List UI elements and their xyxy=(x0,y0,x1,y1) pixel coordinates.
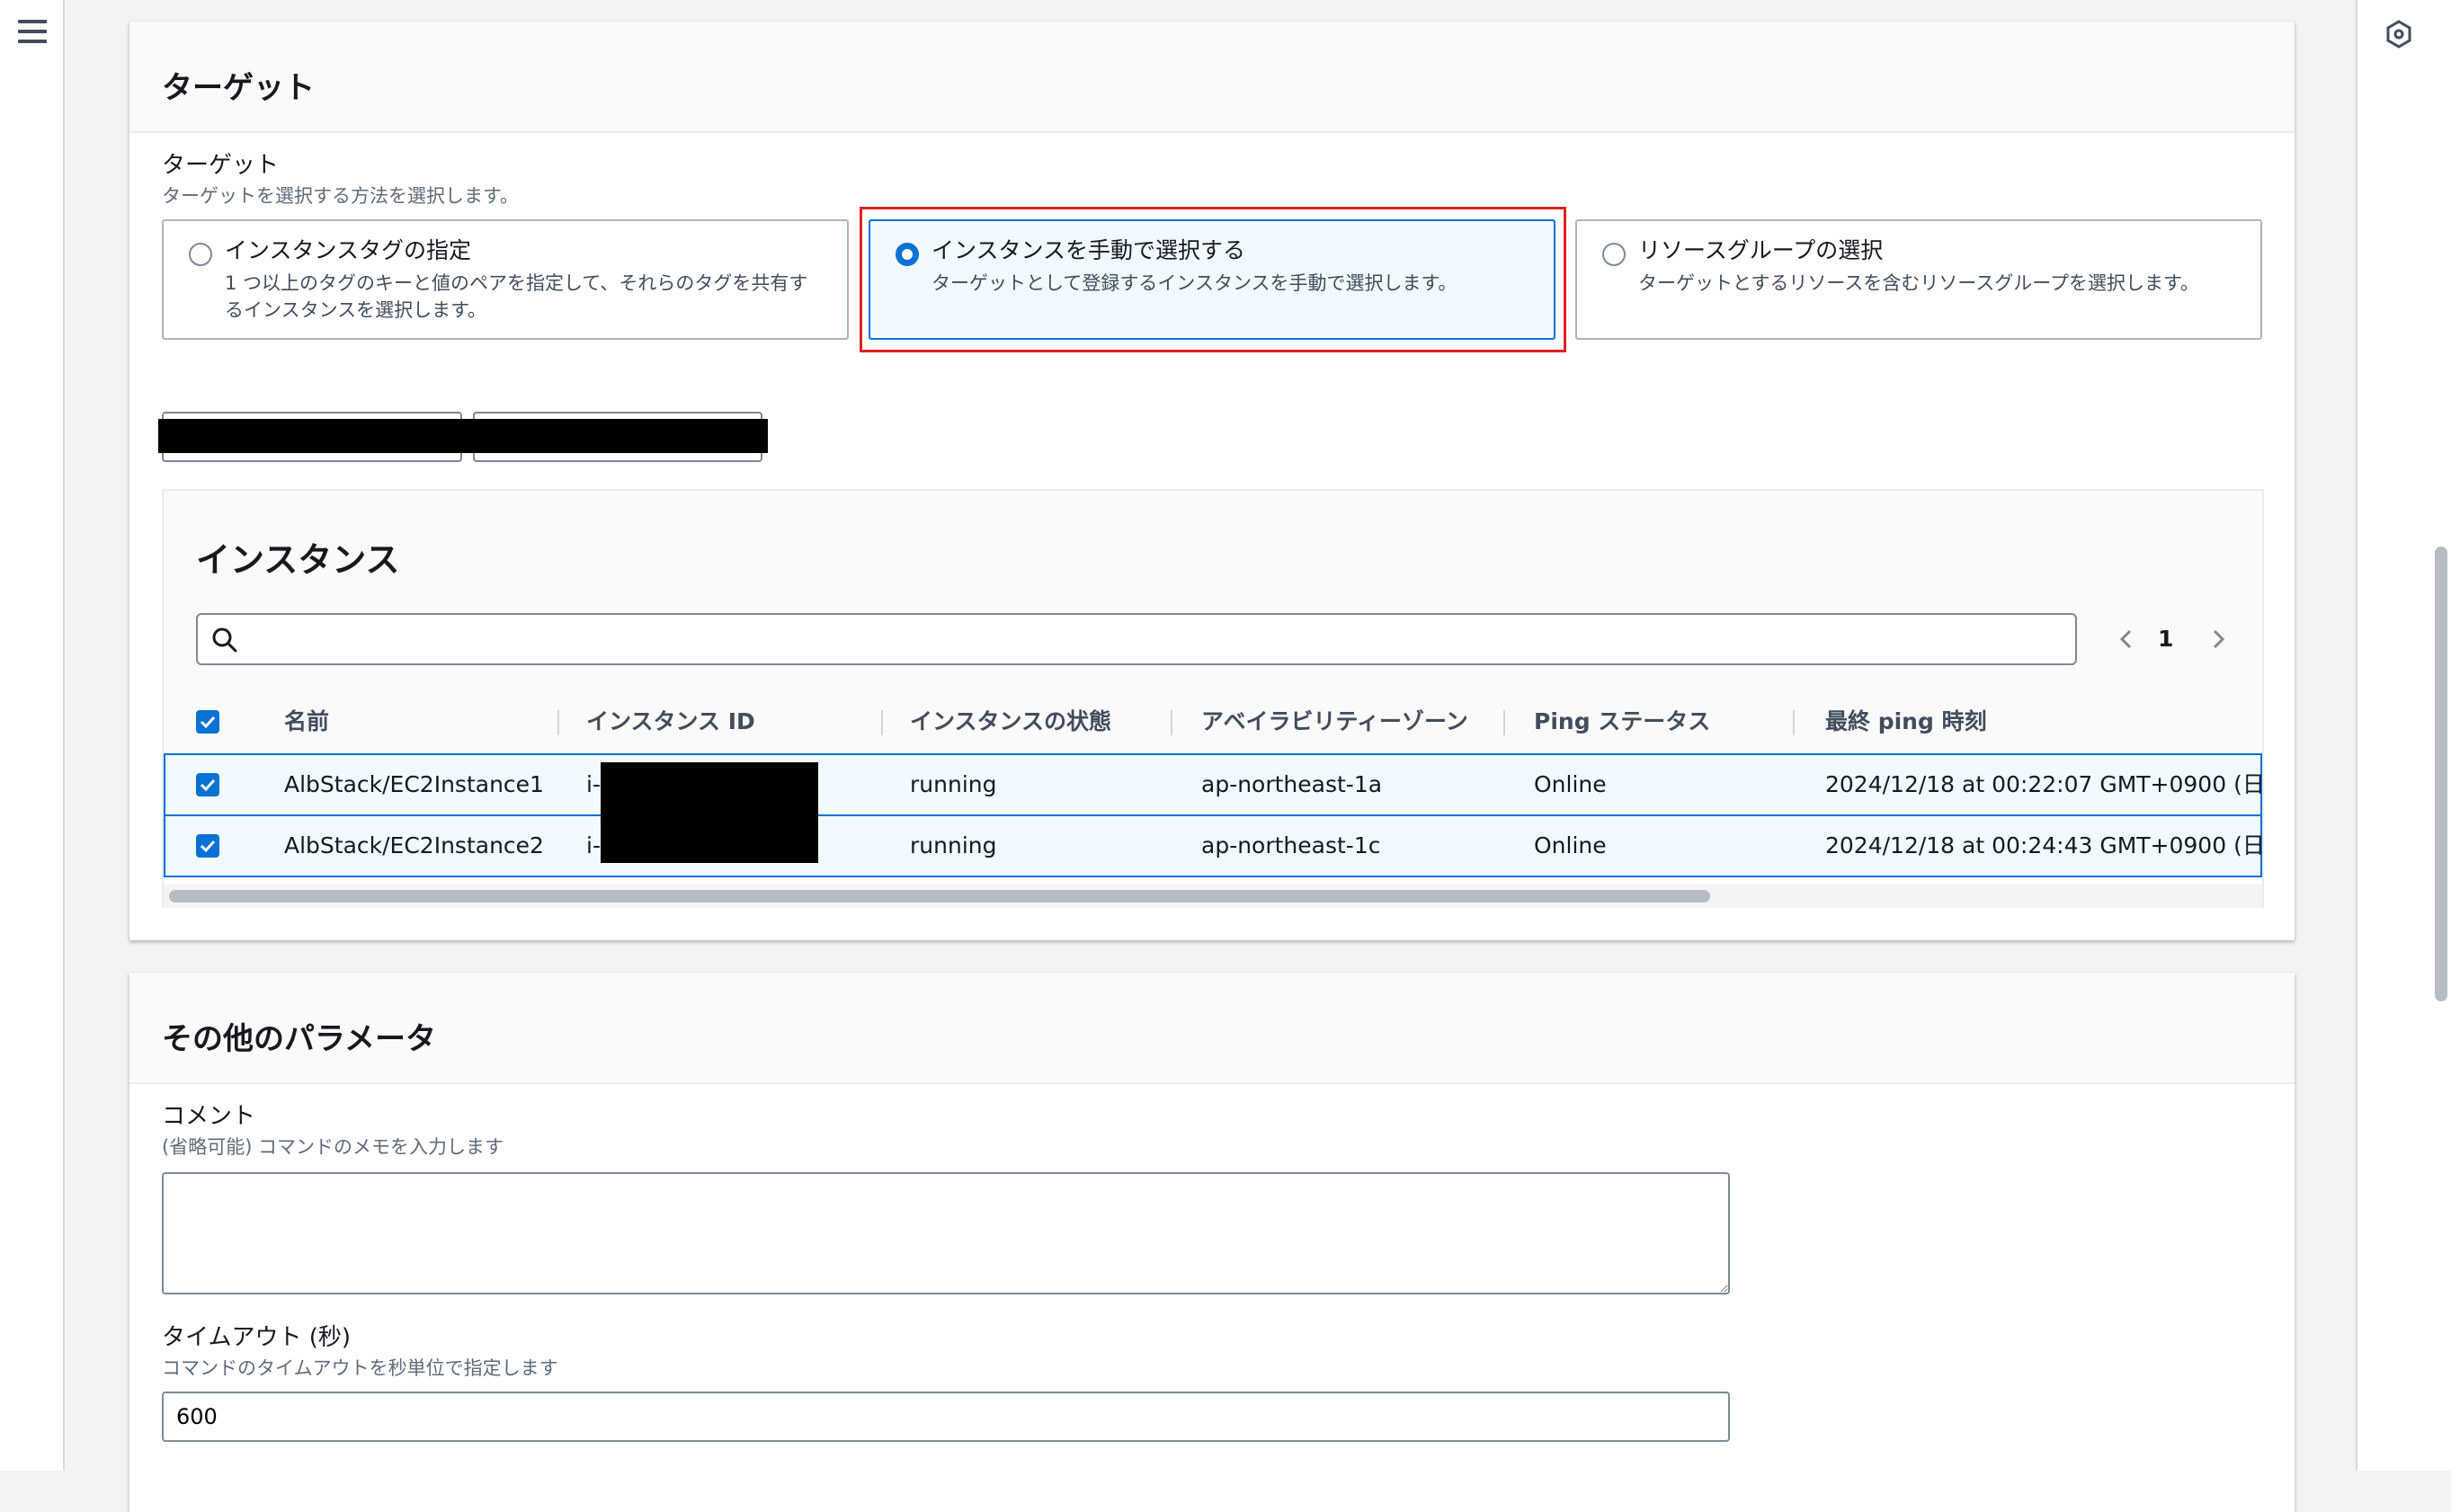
column-header-instance-id[interactable]: インスタンス ID xyxy=(586,690,755,753)
tile-resource-group[interactable]: リソースグループの選択 ターゲットとするリソースを含むリソースグループを選択しま… xyxy=(1575,219,2262,340)
chevron-left-icon[interactable] xyxy=(2113,626,2140,653)
tools-panel-icon[interactable] xyxy=(2383,18,2415,50)
page-number[interactable]: 1 xyxy=(2158,624,2173,654)
column-divider[interactable] xyxy=(1793,710,1795,735)
cell-instance-id: i- xyxy=(586,771,601,797)
row-checkbox[interactable] xyxy=(196,834,219,858)
target-field-label: ターゲット xyxy=(162,152,280,179)
column-header-availability-zone[interactable]: アベイラビリティーゾーン xyxy=(1201,690,1468,753)
cell-ping-status: Online xyxy=(1534,832,1607,858)
targets-container: ターゲット ターゲット ターゲットを選択する方法を選択します。 インスタンスタグ… xyxy=(129,22,2295,940)
cell-ping-status: Online xyxy=(1534,771,1607,797)
cell-state: running xyxy=(910,832,997,858)
targets-title: ターゲット xyxy=(162,70,315,106)
column-header-last-ping[interactable]: 最終 ping 時刻 xyxy=(1825,690,1987,753)
right-tools-rail xyxy=(2356,0,2451,1471)
timeout-description: コマンドのタイムアウトを秒単位で指定します xyxy=(162,1357,558,1379)
table-horizontal-scrollbar[interactable] xyxy=(164,885,2262,908)
table-row[interactable]: AlbStack/EC2Instance1 i- running ap-nort… xyxy=(164,753,2264,816)
highlight-annotation xyxy=(860,207,1566,352)
comment-label: コメント xyxy=(162,1103,256,1130)
comment-textarea[interactable] xyxy=(162,1172,1730,1294)
column-divider[interactable] xyxy=(1503,710,1505,735)
comment-description: (省略可能) コマンドのメモを入力します xyxy=(162,1136,504,1158)
instances-search[interactable] xyxy=(196,613,2077,665)
table-header-row: 名前 インスタンス ID インスタンスの状態 アベイラビリティーゾーン Ping… xyxy=(164,690,2262,755)
timeout-label: タイムアウト (秒) xyxy=(162,1324,352,1351)
column-header-name[interactable]: 名前 xyxy=(284,690,329,753)
cell-state: running xyxy=(910,771,997,797)
table-scrollbar-thumb[interactable] xyxy=(169,890,1710,903)
column-header-instance-state[interactable]: インスタンスの状態 xyxy=(910,690,1111,753)
search-input[interactable] xyxy=(252,622,2059,656)
page-scrollbar[interactable] xyxy=(2435,547,2447,1001)
cell-last-ping: 2024/12/18 at 00:24:43 GMT+0900 (日本標準時) xyxy=(1825,832,2264,858)
instances-table-container: インスタンス 1 名前 インスタンス ID インスタンスの状態 アベイラビリティ… xyxy=(162,489,2264,908)
cell-last-ping: 2024/12/18 at 00:22:07 GMT+0900 (日本標準時) xyxy=(1825,771,2264,797)
instances-header: インスタンス 1 xyxy=(164,491,2262,690)
radio-instance-tags[interactable] xyxy=(189,243,212,266)
cell-availability-zone: ap-northeast-1a xyxy=(1201,771,1383,797)
timeout-input[interactable] xyxy=(162,1392,1730,1442)
row-checkbox[interactable] xyxy=(196,773,219,796)
cell-name: AlbStack/EC2Instance2 xyxy=(284,832,544,858)
search-icon xyxy=(212,627,237,653)
instances-table: 名前 インスタンス ID インスタンスの状態 アベイラビリティーゾーン Ping… xyxy=(164,690,2264,877)
cell-availability-zone: ap-northeast-1c xyxy=(1201,832,1381,858)
instances-title: インスタンス xyxy=(196,540,400,580)
target-field-description: ターゲットを選択する方法を選択します。 xyxy=(162,185,519,207)
column-header-ping-status[interactable]: Ping ステータス xyxy=(1534,690,1710,753)
column-divider[interactable] xyxy=(881,710,883,735)
select-all-checkbox[interactable] xyxy=(196,710,219,734)
tile-instance-tags[interactable]: インスタンスタグの指定 1 つ以上のタグのキーと値のペアを指定して、それらのタグ… xyxy=(162,219,849,340)
chevron-right-icon[interactable] xyxy=(2205,626,2232,653)
redaction-bar xyxy=(158,419,768,453)
radio-resource-group[interactable] xyxy=(1602,243,1626,266)
other-parameters-title: その他のパラメータ xyxy=(162,1021,436,1057)
other-parameters-header: その他のパラメータ xyxy=(129,973,2295,1084)
column-divider[interactable] xyxy=(1171,710,1172,735)
cell-name: AlbStack/EC2Instance1 xyxy=(284,771,544,797)
tile-instance-tags-description: 1 つ以上のタグのキーと値のペアを指定して、それらのタグを共有するインスタンスを… xyxy=(225,272,808,321)
cell-instance-id: i- xyxy=(586,832,601,858)
tile-resource-group-label: リソースグループの選択 xyxy=(1638,237,1884,263)
other-parameters-container: その他のパラメータ コメント (省略可能) コマンドのメモを入力します タイムア… xyxy=(129,973,2295,1512)
tile-instance-tags-label: インスタンスタグの指定 xyxy=(225,237,472,263)
instance-id-redaction xyxy=(601,762,818,863)
menu-icon[interactable] xyxy=(18,20,47,47)
tile-resource-group-description: ターゲットとするリソースを含むリソースグループを選択します。 xyxy=(1638,272,2199,294)
left-navigation-rail xyxy=(0,0,65,1471)
column-divider[interactable] xyxy=(557,710,559,735)
targets-header: ターゲット xyxy=(129,22,2295,133)
table-row[interactable]: AlbStack/EC2Instance2 i- running ap-nort… xyxy=(164,814,2264,877)
